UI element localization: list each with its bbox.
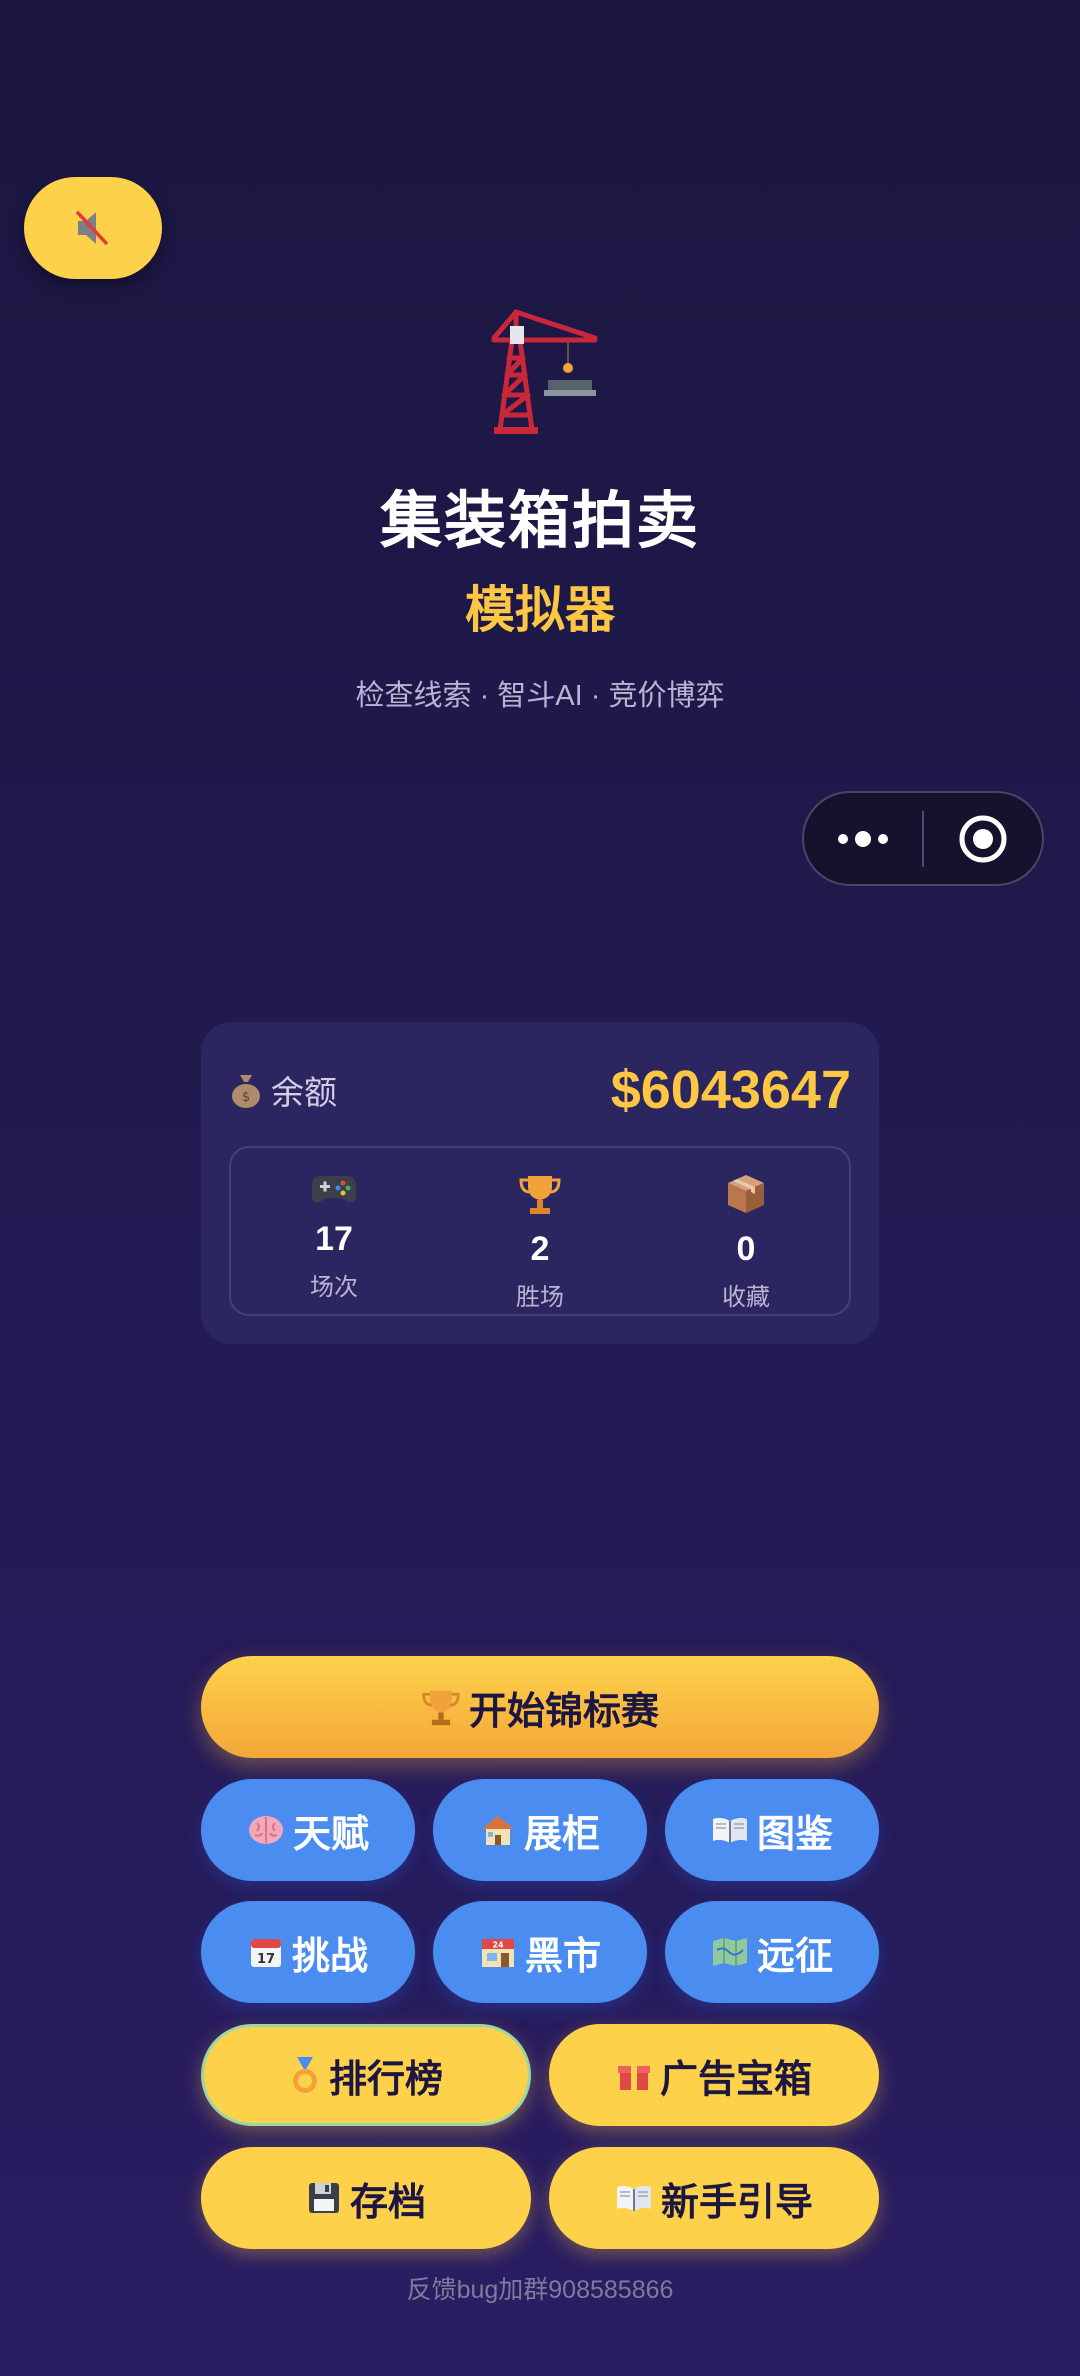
talent-label: 天赋	[292, 1813, 369, 1856]
talent-button[interactable]: 天赋	[201, 1779, 415, 1881]
save-button[interactable]: 存档	[201, 2147, 531, 2249]
sound-toggle-button[interactable]	[24, 177, 162, 279]
crane-icon	[491, 309, 598, 434]
stat-matches-value: 17	[315, 1220, 353, 1258]
trophy-icon	[422, 1690, 460, 1726]
balance-row: $ 余额 $6043647	[229, 1060, 851, 1120]
floppy-disk-icon	[308, 2183, 339, 2213]
stat-matches: 17 场次	[231, 1148, 437, 1314]
challenge-button[interactable]: 17 挑战	[201, 1901, 415, 2003]
svg-text:24: 24	[492, 1941, 504, 1950]
app-title: 集装箱拍卖	[379, 487, 700, 556]
ad-chest-label: 广告宝箱	[659, 2058, 812, 2101]
gamepad-icon	[312, 1176, 356, 1203]
open-book-icon	[712, 1817, 747, 1843]
leaderboard-label: 排行榜	[328, 2058, 443, 2101]
muted-speaker-icon	[76, 211, 108, 245]
start-tournament-button[interactable]: 开始锦标赛	[201, 1656, 879, 1758]
more-button[interactable]	[804, 793, 922, 884]
cabinet-button[interactable]: 展柜	[433, 1779, 647, 1881]
start-tournament-label: 开始锦标赛	[468, 1690, 659, 1733]
balance-value: $6043647	[610, 1060, 851, 1120]
catalog-button[interactable]: 图鉴	[665, 1779, 879, 1881]
house-icon	[481, 1816, 514, 1845]
stat-wins: 2 胜场	[437, 1148, 643, 1314]
stat-collection: 0 收藏	[643, 1148, 849, 1314]
catalog-label: 图鉴	[756, 1813, 833, 1856]
money-bag-icon: $	[232, 1075, 260, 1108]
stats-grid: 17 场次 2 胜场 0 收藏	[229, 1146, 851, 1316]
player-stats-card: $ 余额 $6043647 17 场次 2 胜场 0 收藏	[201, 1022, 879, 1344]
calendar-icon: 17	[250, 1939, 281, 1967]
save-label: 存档	[349, 2181, 426, 2224]
ad-chest-button[interactable]: 广告宝箱	[549, 2024, 879, 2126]
gift-icon	[617, 2061, 650, 2090]
guide-button[interactable]: 新手引导	[549, 2147, 879, 2249]
expedition-button[interactable]: 远征	[665, 1901, 879, 2003]
open-book-icon	[616, 2185, 651, 2211]
store-icon: 24	[481, 1939, 514, 1967]
target-circle-icon	[959, 815, 1007, 862]
stat-collection-value: 0	[736, 1230, 756, 1268]
box-icon	[728, 1175, 764, 1213]
stat-wins-label: 胜场	[516, 1284, 564, 1311]
medal-icon	[292, 2057, 317, 2093]
expedition-label: 远征	[756, 1935, 833, 1978]
map-icon	[712, 1938, 747, 1966]
stat-matches-label: 场次	[310, 1274, 358, 1301]
feedback-footer: 反馈bug加群908585866	[406, 2276, 674, 2304]
svg-text:17: 17	[257, 1952, 275, 1967]
trophy-icon	[519, 1176, 561, 1214]
guide-label: 新手引导	[660, 2181, 813, 2224]
app-tagline: 检查线索 · 智斗AI · 竞价博弈	[355, 680, 725, 712]
more-dots-icon	[838, 830, 888, 847]
balance-label-group: $ 余额	[229, 1066, 337, 1114]
leaderboard-button[interactable]: 排行榜	[201, 2024, 531, 2126]
challenge-label: 挑战	[291, 1935, 368, 1978]
stat-collection-label: 收藏	[722, 1284, 770, 1311]
brain-icon	[248, 1816, 283, 1844]
svg-text:$: $	[242, 1090, 250, 1105]
balance-label: 余额	[271, 1074, 337, 1111]
black-market-button[interactable]: 24 黑市	[433, 1901, 647, 2003]
cabinet-label: 展柜	[523, 1813, 600, 1856]
app-subtitle: 模拟器	[465, 582, 615, 638]
miniprogram-capsule	[802, 791, 1044, 886]
stat-wins-value: 2	[530, 1230, 550, 1268]
close-miniprogram-button[interactable]	[924, 793, 1042, 884]
black-market-label: 黑市	[524, 1935, 601, 1978]
